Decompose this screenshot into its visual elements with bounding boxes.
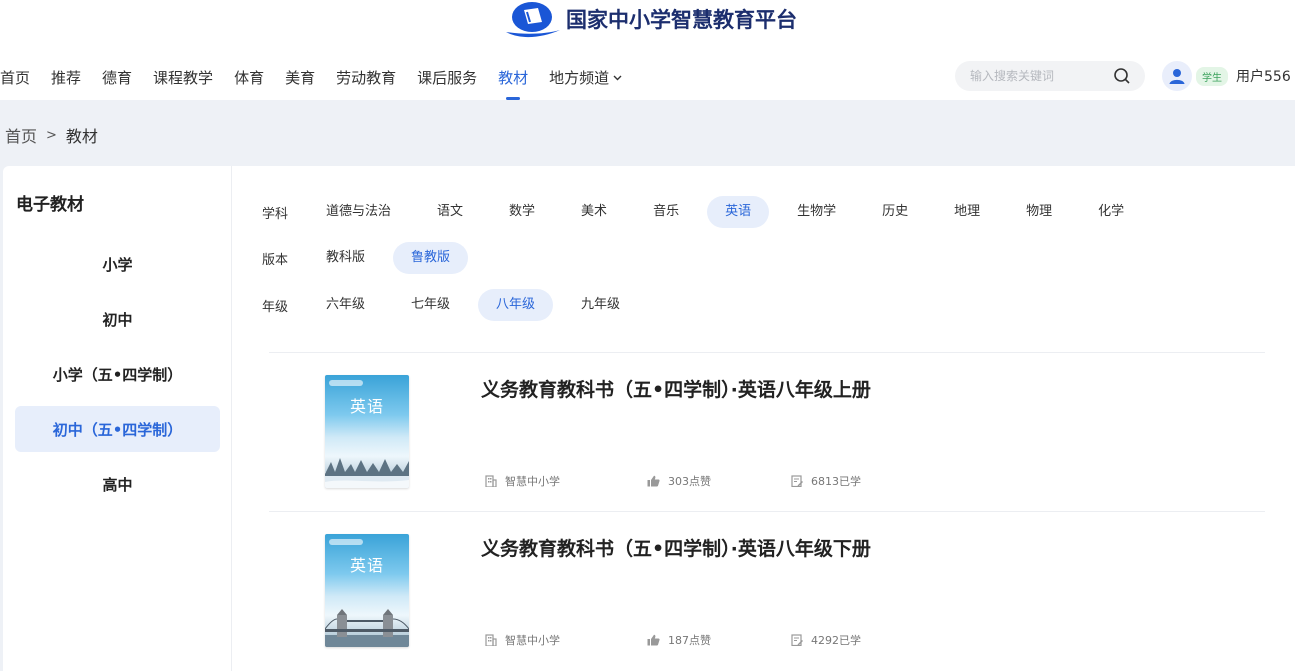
breadcrumb-current: 教材 [65,127,98,146]
book-title[interactable]: 义务教育教科书（五•四学制）·英语八年级上册 [481,375,871,402]
logo-icon [502,0,562,38]
book-publisher: 智慧中小学 [485,473,560,489]
cover-title: 英语 [349,556,384,575]
edition-filter-row: 版本 教科版 鲁教版 [262,240,496,276]
chip-grade[interactable]: 六年级 [308,289,383,321]
sidebar-item-junior[interactable]: 初中 [15,296,220,342]
logo-text: 国家中小学智慧教育平台 [566,7,797,32]
nav-curriculum[interactable]: 课程教学 [153,67,213,88]
chip-grade[interactable]: 七年级 [393,289,468,321]
book-publisher: 智慧中小学 [485,632,560,648]
search-input[interactable] [970,69,1110,83]
user-menu[interactable]: 学生 用户556 [1162,61,1291,91]
book-learners: 4292已学 [791,632,861,648]
book-title[interactable]: 义务教育教科书（五•四学制）·英语八年级下册 [481,534,871,561]
search-box [955,61,1145,91]
top-header: 国家中小学智慧教育平台 首页 推荐 德育 课程教学 体育 美育 劳动教育 课后服… [0,0,1295,100]
book-learners: 6813已学 [791,473,861,489]
publisher-name: 智慧中小学 [505,475,560,488]
book-cover[interactable]: 英语 [325,534,409,647]
sidebar-item-primary-54[interactable]: 小学（五•四学制） [15,351,220,397]
learners-count: 4292已学 [811,634,861,647]
user-avatar-icon[interactable] [1162,61,1192,91]
cover-title: 英语 [349,397,384,416]
likes-count: 187点赞 [668,634,711,647]
book-likes: 187点赞 [647,632,711,648]
publisher-name: 智慧中小学 [505,634,560,647]
chip-subject-selected[interactable]: 英语 [707,196,770,228]
learners-count: 6813已学 [811,475,861,488]
subject-filter-row: 学科 道德与法治 语文 数学 美术 音乐 英语 生物学 历史 地理 物理 化学 [262,194,1170,230]
chip-subject[interactable]: 道德与法治 [308,196,409,228]
chip-grade[interactable]: 九年级 [563,289,638,321]
nav-local-channel[interactable]: 地方频道 [549,67,622,88]
cover-logo [329,539,363,545]
chip-subject[interactable]: 化学 [1080,196,1142,228]
book-likes: 303点赞 [647,473,711,489]
sidebar-title: 电子教材 [16,195,84,215]
nav-textbooks[interactable]: 教材 [498,67,528,100]
likes-count: 303点赞 [668,475,711,488]
nav-after-school[interactable]: 课后服务 [417,67,477,88]
chip-edition-selected[interactable]: 鲁教版 [393,242,469,274]
book-card[interactable]: 英语 义务教育教科书（五•四学制）·英语八年级下册 智慧中小学 187点赞 42… [269,511,1265,671]
chip-subject[interactable]: 音乐 [635,196,697,228]
chip-subject[interactable]: 数学 [491,196,553,228]
breadcrumb-separator: > [46,127,57,143]
study-record-icon [791,475,803,487]
thumbs-up-icon [647,475,660,487]
chip-grade-selected[interactable]: 八年级 [478,289,554,321]
breadcrumb-home[interactable]: 首页 [5,123,37,147]
nav-local-channel-label: 地方频道 [549,68,610,87]
sidebar: 电子教材 小学 初中 小学（五•四学制） 初中（五•四学制） 高中 [3,166,232,671]
chip-subject[interactable]: 美术 [563,196,625,228]
chip-edition[interactable]: 教科版 [308,242,383,274]
thumbs-up-icon [647,634,660,646]
cover-bridge-scene [325,609,409,647]
cover-winter-scene [325,458,409,488]
nav-recommend[interactable]: 推荐 [51,67,81,88]
search-icon[interactable] [1113,67,1131,85]
content-panel: 电子教材 小学 初中 小学（五•四学制） 初中（五•四学制） 高中 学科 道德与… [3,166,1295,671]
chip-subject[interactable]: 物理 [1008,196,1070,228]
chip-subject[interactable]: 历史 [864,196,926,228]
sidebar-item-primary[interactable]: 小学 [15,241,220,287]
chip-subject[interactable]: 地理 [936,196,998,228]
study-record-icon [791,634,803,646]
main-nav: 首页 推荐 德育 课程教学 体育 美育 劳动教育 课后服务 教材 地方频道 [0,62,643,100]
breadcrumb: 首页 > 教材 [5,123,98,147]
username[interactable]: 用户556 [1236,66,1291,86]
sidebar-item-junior-54[interactable]: 初中（五•四学制） [15,406,220,452]
book-cover[interactable]: 英语 [325,375,409,488]
building-icon [485,475,497,487]
chevron-down-icon [613,73,622,84]
role-badge: 学生 [1196,66,1228,86]
nav-moral-education[interactable]: 德育 [102,67,132,88]
nav-sports[interactable]: 体育 [234,67,264,88]
nav-home[interactable]: 首页 [0,67,30,88]
chip-subject[interactable]: 语文 [419,196,481,228]
chip-subject[interactable]: 生物学 [779,196,854,228]
platform-logo[interactable]: 国家中小学智慧教育平台 [502,0,797,38]
grade-filter-row: 年级 六年级 七年级 八年级 九年级 [262,287,666,323]
nav-arts[interactable]: 美育 [285,67,315,88]
book-card[interactable]: 英语 义务教育教科书（五•四学制）·英语八年级上册 智慧中小学 303点赞 68… [269,352,1265,512]
sidebar-item-senior[interactable]: 高中 [15,461,220,507]
building-icon [485,634,497,646]
cover-logo [329,380,363,386]
nav-labor-education[interactable]: 劳动教育 [336,67,396,88]
